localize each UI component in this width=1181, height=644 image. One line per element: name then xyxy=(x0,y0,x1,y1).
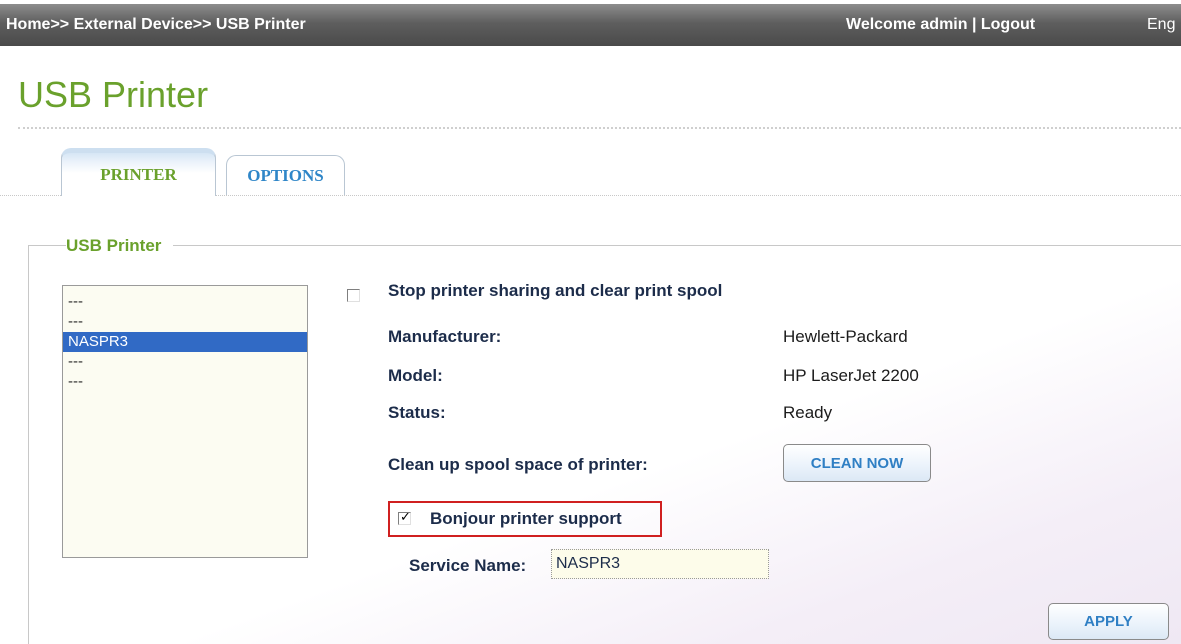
welcome-logout[interactable]: Welcome admin | Logout xyxy=(846,16,1035,34)
tab-options[interactable]: OPTIONS xyxy=(226,155,345,195)
service-name-label: Service Name: xyxy=(409,556,527,575)
list-item[interactable]: --- xyxy=(63,312,307,332)
top-bar: Home>> External Device>> USB Printer Wel… xyxy=(0,4,1181,46)
title-divider xyxy=(18,127,1181,129)
cleanup-label: Clean up spool space of printer: xyxy=(388,455,648,474)
status-label: Status: xyxy=(388,403,446,422)
list-item-selected[interactable]: NASPR3 xyxy=(63,332,307,352)
list-item[interactable]: --- xyxy=(63,292,307,312)
clean-now-button[interactable]: CLEAN NOW xyxy=(783,444,931,482)
manufacturer-value: Hewlett-Packard xyxy=(783,327,908,346)
list-item[interactable]: --- xyxy=(63,352,307,372)
apply-button[interactable]: APPLY xyxy=(1048,603,1169,640)
checkmark-icon: ✓ xyxy=(400,509,411,524)
model-label: Model: xyxy=(388,366,443,385)
page-title: USB Printer xyxy=(18,74,209,115)
manufacturer-label: Manufacturer: xyxy=(388,327,502,346)
group-legend: USB Printer xyxy=(66,236,174,256)
language-selector[interactable]: Eng xyxy=(1147,16,1175,34)
list-item[interactable]: --- xyxy=(63,372,307,392)
service-name-input[interactable] xyxy=(551,549,769,579)
bonjour-checkbox[interactable]: ✓ xyxy=(398,509,411,525)
tab-printer[interactable]: PRINTER xyxy=(61,148,216,196)
stop-sharing-label: Stop printer sharing and clear print spo… xyxy=(388,281,723,300)
model-value: HP LaserJet 2200 xyxy=(783,366,919,385)
bonjour-label: Bonjour printer support xyxy=(430,509,622,528)
printer-list[interactable]: --- --- NASPR3 --- --- xyxy=(62,285,308,558)
breadcrumb[interactable]: Home>> External Device>> USB Printer xyxy=(6,16,306,34)
stop-sharing-checkbox[interactable] xyxy=(347,289,360,302)
status-value: Ready xyxy=(783,403,833,422)
